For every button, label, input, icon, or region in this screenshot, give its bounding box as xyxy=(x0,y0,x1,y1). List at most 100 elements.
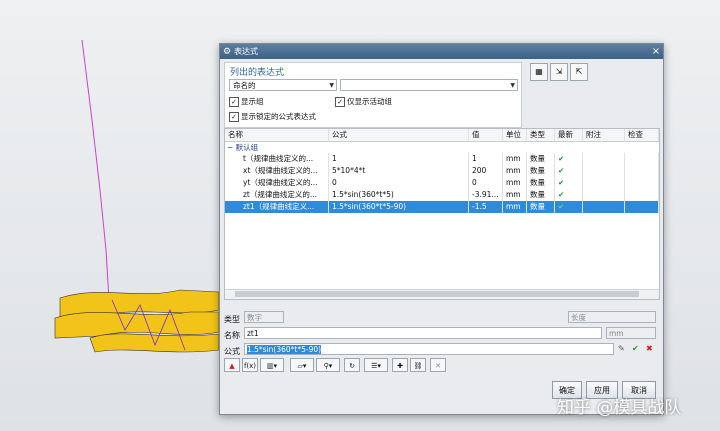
show-locked-checkbox[interactable]: ✓ 显示锁定的公式表达式 xyxy=(229,111,316,122)
cell-name: t（规律曲线定义的... xyxy=(225,153,329,165)
table-header: 名称 公式 值 单位 类型 最新 附注 检查 xyxy=(225,129,659,142)
expression-table: 名称 公式 值 单位 类型 最新 附注 检查 − 默认组 t（规律曲线定义的..… xyxy=(224,128,660,300)
spreadsheet-icon[interactable]: ▦ xyxy=(530,63,548,81)
name-input[interactable]: zt1 xyxy=(244,327,602,339)
col-latest[interactable]: 最新 xyxy=(555,129,583,141)
group-label: 默认组 xyxy=(235,143,259,152)
cell-check xyxy=(625,189,659,201)
group-header: 列出的表达式 xyxy=(230,68,285,78)
unit-value: mm xyxy=(609,329,624,338)
formula-value: 1.5*sin(360*t*5-90) xyxy=(247,345,322,354)
type-value: 数字 xyxy=(247,313,262,322)
list-filter-value: 命名的 xyxy=(233,81,256,90)
col-unit[interactable]: 单位 xyxy=(503,129,527,141)
cell-formula: 1.5*sin(360*t*5-90) xyxy=(329,201,469,213)
watermark: 知乎 @模具战队 xyxy=(557,398,682,418)
function-icon[interactable]: f(x) xyxy=(242,358,258,372)
name-value: zt1 xyxy=(247,329,259,338)
create-icon[interactable]: ✚ xyxy=(392,358,408,372)
property-icon[interactable]: ⚲▾ xyxy=(316,358,340,372)
cell-formula: 1.5*sin(360*t*5) xyxy=(329,189,469,201)
cell-check xyxy=(625,153,659,165)
cell-note xyxy=(583,153,625,165)
reference-icon[interactable]: ▱▾ xyxy=(290,358,314,372)
checkbox-icon: ✓ xyxy=(229,96,239,107)
measure-icon[interactable]: ▥▾ xyxy=(260,358,284,372)
list-icon[interactable]: ☰▾ xyxy=(364,358,388,372)
show-groups-checkbox[interactable]: ✓ 显示组 xyxy=(229,96,264,107)
col-value[interactable]: 值 xyxy=(469,129,503,141)
table-row[interactable]: xt（规律曲线定义的... 5*10*4*t 200 mm 数量 ✔ xyxy=(225,165,659,177)
cell-value: 1 xyxy=(469,153,503,165)
reject-icon[interactable]: ✖ xyxy=(646,344,653,353)
refresh-icon[interactable]: ↻ xyxy=(344,358,360,372)
type-select[interactable]: 数字 xyxy=(244,311,284,323)
gear-icon: ⚙ xyxy=(222,46,232,57)
cell-formula: 0 xyxy=(329,177,469,189)
accept-icon[interactable]: ✔ xyxy=(632,344,639,353)
chevron-down-icon: ▼ xyxy=(510,82,515,89)
list-filter-select-2[interactable]: ▼ xyxy=(340,79,518,91)
dimension-select[interactable]: 长度 xyxy=(568,311,656,323)
col-note[interactable]: 附注 xyxy=(583,129,625,141)
check-icon: ✔ xyxy=(555,189,583,201)
link-icon[interactable]: ⛓ xyxy=(410,358,426,372)
active-only-checkbox[interactable]: ✓ 仅显示活动组 xyxy=(335,96,392,107)
cell-unit: mm xyxy=(503,177,527,189)
cell-unit: mm xyxy=(503,153,527,165)
scrollbar-thumb[interactable] xyxy=(235,291,639,297)
cell-value: 0 xyxy=(469,177,503,189)
cell-type: 数量 xyxy=(527,201,555,213)
cell-check xyxy=(625,165,659,177)
active-only-label: 仅显示活动组 xyxy=(347,97,392,106)
formula-input[interactable]: 1.5*sin(360*t*5-90) xyxy=(244,343,614,355)
check-icon: ✔ xyxy=(555,177,583,189)
listed-expressions-group: 列出的表达式 命名的 ▼ ▼ ✓ 显示组 ✓ 仅显示活动组 ✓ 显示锁定的公式表… xyxy=(224,62,522,128)
default-group-row[interactable]: − 默认组 xyxy=(225,142,659,153)
cell-value: -3.91... xyxy=(469,189,503,201)
col-type[interactable]: 类型 xyxy=(527,129,555,141)
close-icon[interactable]: × xyxy=(649,46,663,57)
expression-dialog: ⚙ 表达式 × 列出的表达式 命名的 ▼ ▼ ✓ 显示组 ✓ 仅显示活动组 ✓ … xyxy=(219,43,664,415)
cell-check xyxy=(625,201,659,213)
delete-icon[interactable]: ✕ xyxy=(430,358,446,372)
col-formula[interactable]: 公式 xyxy=(329,129,469,141)
law-curve-vertical xyxy=(81,39,113,331)
list-filter-select[interactable]: 命名的 ▼ xyxy=(229,79,337,91)
table-row-selected[interactable]: zt1（规律曲线定义... 1.5*sin(360*t*5-90) -1.5 m… xyxy=(225,201,659,213)
table-row[interactable]: yt（规律曲线定义的... 0 0 mm 数量 ✔ xyxy=(225,177,659,189)
cell-type: 数量 xyxy=(527,189,555,201)
table-row[interactable]: t（规律曲线定义的... 1 1 mm 数量 ✔ xyxy=(225,153,659,165)
dialog-title: 表达式 xyxy=(234,47,258,56)
formula-label: 公式 xyxy=(224,347,240,356)
dialog-titlebar: ⚙ 表达式 × xyxy=(220,44,663,59)
export-icon[interactable]: ⇱ xyxy=(570,63,588,81)
unit-select[interactable]: mm xyxy=(606,327,656,339)
cell-formula: 1 xyxy=(329,153,469,165)
show-locked-label: 显示锁定的公式表达式 xyxy=(241,112,316,121)
cell-type: 数量 xyxy=(527,153,555,165)
table-row[interactable]: zt（规律曲线定义的... 1.5*sin(360*t*5) -3.91... … xyxy=(225,189,659,201)
col-check[interactable]: 检查 xyxy=(625,129,659,141)
horizontal-scrollbar[interactable] xyxy=(225,289,659,299)
cell-value: 200 xyxy=(469,165,503,177)
cell-name: xt（规律曲线定义的... xyxy=(225,165,329,177)
cell-type: 数量 xyxy=(527,165,555,177)
dimension-value: 长度 xyxy=(571,313,586,322)
import-icon[interactable]: ⇲ xyxy=(550,63,568,81)
cell-note xyxy=(583,177,625,189)
cell-unit: mm xyxy=(503,189,527,201)
cell-unit: mm xyxy=(503,165,527,177)
cell-name: zt1（规律曲线定义... xyxy=(225,201,329,213)
col-name[interactable]: 名称 xyxy=(225,129,329,141)
cell-note xyxy=(583,165,625,177)
cell-check xyxy=(625,177,659,189)
cell-formula: 5*10*4*t xyxy=(329,165,469,177)
check-icon: ✔ xyxy=(555,201,583,213)
triangle-up-icon[interactable]: ▲ xyxy=(224,358,240,372)
chevron-down-icon: ▼ xyxy=(329,82,334,89)
check-icon: ✔ xyxy=(555,153,583,165)
edit-icon[interactable]: ✎ xyxy=(618,344,625,353)
cell-type: 数量 xyxy=(527,177,555,189)
cell-name: yt（规律曲线定义的... xyxy=(225,177,329,189)
